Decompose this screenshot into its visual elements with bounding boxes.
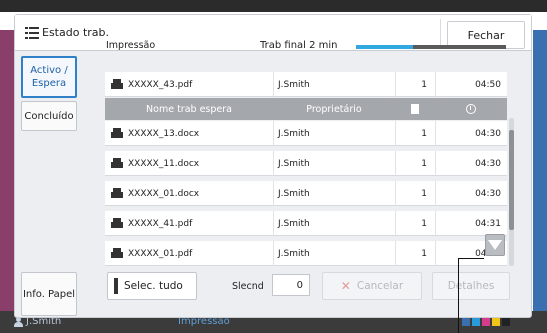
tab-active-waiting[interactable]: Activo / Espera (21, 56, 77, 98)
background-panel-left (0, 30, 14, 333)
clock-icon (466, 104, 476, 114)
cancel-button[interactable]: ✕ Cancelar (322, 272, 422, 300)
job-name-cell: XXXXX_11.docx (111, 151, 271, 176)
ink-level (472, 318, 480, 326)
document-icon (411, 104, 419, 114)
list-icon (25, 25, 39, 41)
details-button[interactable]: Detalhes (432, 272, 510, 300)
job-copies: 1 (395, 181, 433, 206)
job-time: 04:30 (435, 121, 507, 146)
job-name: XXXXX_01.pdf (128, 248, 193, 259)
select-all-label: Selec. tudo (124, 280, 183, 292)
ink-levels (462, 318, 510, 326)
x-icon: ✕ (340, 279, 351, 293)
job-owner: J.Smith (273, 241, 393, 266)
job-copies: 1 (395, 72, 433, 97)
column-header-name: Nome trab espera (146, 103, 232, 115)
column-header-time (435, 98, 507, 120)
pc-icon (111, 218, 123, 229)
pc-icon (111, 128, 123, 139)
user-icon (14, 316, 23, 327)
ink-level (482, 318, 490, 326)
selected-count-label: Slecnd (232, 281, 264, 292)
column-header-owner: Proprietário (306, 103, 362, 115)
current-job-header: Impressão Trab final 2 min (106, 40, 506, 56)
device-bezel-top (0, 0, 547, 12)
queue-list[interactable]: XXXXX_13.docx J.Smith 1 04:30 XXXXX_11.d… (105, 121, 507, 268)
job-name: XXXXX_13.docx (128, 128, 200, 139)
table-row[interactable]: XXXXX_11.docx J.Smith 1 04:30 (105, 151, 507, 176)
job-time: 04:30 (435, 151, 507, 176)
job-name: XXXXX_43.pdf (128, 79, 193, 90)
job-name: XXXXX_41.pdf (128, 218, 193, 229)
remaining-time-label: Trab final 2 min (260, 40, 338, 51)
dialog-title: Estado trab. (42, 26, 109, 39)
table-row[interactable]: XXXXX_13.docx J.Smith 1 04:30 (105, 121, 507, 146)
pc-icon (111, 188, 123, 199)
table-row[interactable]: XXXXX_01.pdf J.Smith 1 04:31 (105, 241, 507, 266)
background-panel-right (533, 30, 547, 333)
job-time: 04:50 (435, 72, 507, 97)
select-all-button[interactable]: Selec. tudo (107, 272, 197, 300)
cancel-label: Cancelar (356, 280, 404, 292)
column-header-copies (395, 98, 435, 120)
ink-level (462, 318, 470, 326)
pc-icon (111, 158, 123, 169)
queue-header: Nome trab espera Proprietário (105, 98, 507, 120)
job-copies: 1 (395, 241, 433, 266)
callout-line (458, 258, 484, 259)
table-row[interactable]: XXXXX_41.pdf J.Smith 1 04:31 (105, 211, 507, 236)
tab-completed[interactable]: Concluído (21, 101, 77, 131)
job-owner: J.Smith (273, 151, 393, 176)
job-name: XXXXX_01.docx (128, 188, 200, 199)
ink-level (502, 318, 510, 326)
job-owner: J.Smith (273, 121, 393, 146)
job-owner: J.Smith (273, 181, 393, 206)
job-name: XXXXX_11.docx (128, 158, 200, 169)
job-copies: 1 (395, 211, 433, 236)
selected-count-value: 0 (272, 274, 310, 296)
job-name-cell: XXXXX_01.pdf (111, 241, 271, 266)
print-progress-fill (356, 45, 413, 49)
table-row[interactable]: XXXXX_01.docx J.Smith 1 04:30 (105, 181, 507, 206)
select-all-indicator (114, 278, 118, 294)
pc-icon (111, 248, 123, 259)
job-name-cell: XXXXX_41.pdf (111, 211, 271, 236)
job-time: 04:31 (435, 211, 507, 236)
callout-line (458, 258, 459, 333)
section-label-printing: Impressão (106, 40, 156, 51)
scrollbar-thumb[interactable] (509, 130, 514, 230)
job-time: 04:30 (435, 181, 507, 206)
job-owner: J.Smith (273, 211, 393, 236)
job-name-cell: XXXXX_01.docx (111, 181, 271, 206)
job-name-cell: XXXXX_43.pdf (111, 72, 271, 97)
current-job-row[interactable]: XXXXX_43.pdf J.Smith 1 04:50 (105, 72, 507, 97)
ink-level (492, 318, 500, 326)
job-owner: J.Smith (273, 72, 393, 97)
job-name-cell: XXXXX_13.docx (111, 121, 271, 146)
job-copies: 1 (395, 151, 433, 176)
pc-icon (111, 79, 123, 90)
job-copies: 1 (395, 121, 433, 146)
paper-info-button[interactable]: Info. Papel (21, 272, 77, 316)
print-progress-bar (356, 45, 506, 49)
chevron-down-icon[interactable] (485, 234, 505, 256)
